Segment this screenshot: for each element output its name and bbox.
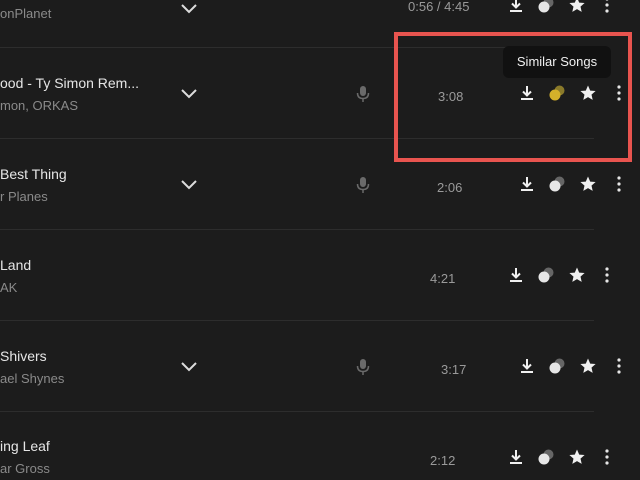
similar-songs-icon[interactable]: [537, 266, 555, 284]
download-icon[interactable]: [518, 84, 536, 102]
track-artist[interactable]: r Planes: [0, 189, 48, 204]
microphone-icon[interactable]: [356, 176, 370, 194]
table-row[interactable]: Best Thing r Planes 2:06: [0, 138, 621, 230]
microphone-icon[interactable]: [356, 85, 370, 103]
star-icon[interactable]: [579, 84, 597, 102]
star-icon[interactable]: [579, 357, 597, 375]
more-options-icon[interactable]: [598, 266, 616, 284]
track-duration: 3:08: [438, 89, 464, 104]
similar-songs-tooltip: Similar Songs: [503, 46, 611, 78]
similar-songs-icon[interactable]: [548, 84, 566, 102]
similar-songs-icon[interactable]: [537, 0, 555, 14]
microphone-icon[interactable]: [356, 358, 370, 376]
track-artist[interactable]: AK: [0, 280, 17, 295]
track-artist[interactable]: ael Shynes: [0, 371, 64, 386]
more-options-icon[interactable]: [610, 84, 628, 102]
track-duration: 2:12: [430, 453, 456, 468]
download-icon[interactable]: [507, 0, 525, 14]
chevron-down-icon[interactable]: [180, 85, 198, 103]
more-options-icon[interactable]: [610, 175, 628, 193]
more-options-icon[interactable]: [598, 448, 616, 466]
download-icon[interactable]: [507, 448, 525, 466]
chevron-down-icon[interactable]: [180, 0, 198, 18]
similar-songs-icon[interactable]: [548, 175, 566, 193]
track-title[interactable]: Shivers: [0, 348, 47, 364]
track-artist: onPlanet: [0, 6, 52, 21]
star-icon[interactable]: [568, 448, 586, 466]
track-title[interactable]: ing Leaf: [0, 438, 50, 454]
track-title[interactable]: ood - Ty Simon Rem...: [0, 75, 139, 91]
table-row[interactable]: onPlanet 0:56 / 4:45: [0, 0, 609, 48]
track-artist[interactable]: ar Gross: [0, 461, 50, 476]
similar-songs-icon[interactable]: [548, 357, 566, 375]
star-icon[interactable]: [568, 266, 586, 284]
table-row[interactable]: Shivers ael Shynes 3:17: [0, 320, 621, 412]
chevron-down-icon[interactable]: [180, 176, 198, 194]
star-icon[interactable]: [579, 175, 597, 193]
table-row[interactable]: ing Leaf ar Gross 2:12: [0, 411, 609, 480]
track-title[interactable]: Best Thing: [0, 166, 67, 182]
similar-songs-icon[interactable]: [537, 448, 555, 466]
more-options-icon[interactable]: [610, 357, 628, 375]
download-icon[interactable]: [518, 175, 536, 193]
track-list-page: onPlanet 0:56 / 4:45 ood - Ty Simon Rem.…: [0, 0, 640, 480]
download-icon[interactable]: [518, 357, 536, 375]
table-row[interactable]: Land AK 4:21: [0, 229, 609, 321]
track-duration: 2:06: [437, 180, 463, 195]
track-duration: 0:56 / 4:45: [408, 0, 470, 14]
download-icon[interactable]: [507, 266, 525, 284]
track-duration: 4:21: [430, 271, 456, 286]
track-duration: 3:17: [441, 362, 467, 377]
track-title[interactable]: Land: [0, 257, 31, 273]
track-artist[interactable]: mon, ORKAS: [0, 98, 78, 113]
star-icon[interactable]: [568, 0, 586, 14]
chevron-down-icon[interactable]: [180, 358, 198, 376]
more-options-icon[interactable]: [598, 0, 616, 14]
